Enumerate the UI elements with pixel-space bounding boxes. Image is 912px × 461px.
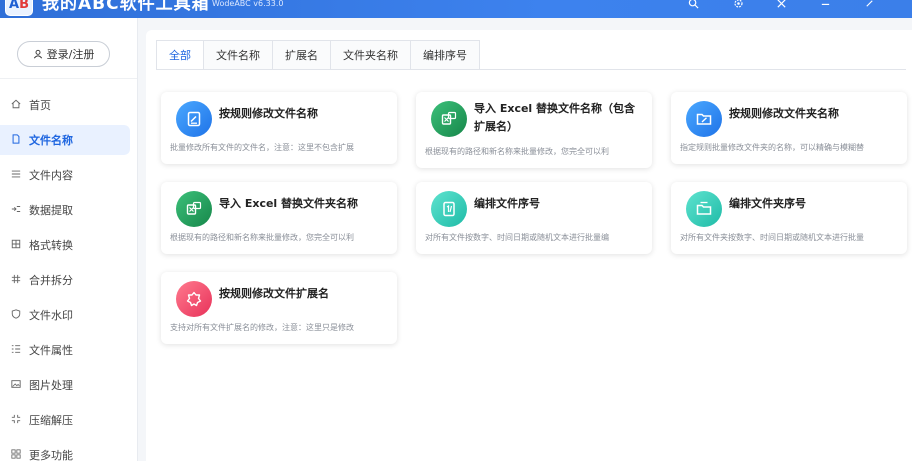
shield-icon (9, 308, 23, 322)
lines-icon (9, 344, 23, 357)
card-rename-folders-by-rule[interactable]: 按规则修改文件夹名称 指定规则批量修改文件夹的名称，可以精确与模糊替 (671, 92, 907, 164)
card-description: 指定规则批量修改文件夹的名称，可以精确与模糊替 (680, 143, 864, 152)
card-title: 导入 Excel 替换文件夹名称 (219, 197, 359, 210)
maximize-icon[interactable] (862, 0, 876, 10)
number-folder-icon (686, 191, 722, 227)
sidebar-item-compress[interactable]: 压缩解压 (0, 405, 130, 435)
sidebar-item-label: 文件内容 (29, 169, 73, 182)
sidebar-item-image-process[interactable]: 图片处理 (0, 370, 130, 400)
card-number-folders[interactable]: 编排文件夹序号 对所有文件夹按数字、时间日期或随机文本进行批量 (671, 182, 907, 254)
tab-extension[interactable]: 扩展名 (272, 40, 331, 70)
sidebar-item-label: 文件水印 (29, 309, 73, 322)
tab-sequence-number[interactable]: 编排序号 (410, 40, 480, 70)
sidebar-item-label: 图片处理 (29, 379, 73, 392)
number-file-icon (431, 191, 467, 227)
sidebar: 登录/注册 首页 文件名称 文件内容 数据提取 格式转换 合并拆分 文件水印 文… (0, 18, 138, 461)
excel-folder-icon (176, 191, 212, 227)
image-icon (9, 379, 23, 392)
card-title: 编排文件夹序号 (729, 197, 806, 210)
card-description: 根据现有的路径和新名称来批量修改，您完全可以利 (425, 147, 609, 156)
category-tabs: 全部 文件名称 扩展名 文件夹名称 编排序号 (156, 40, 480, 70)
extract-icon (9, 204, 23, 217)
home-icon (9, 99, 23, 112)
extension-icon (176, 281, 212, 317)
app-version: WodeABC v6.33.0 (212, 0, 284, 8)
card-description: 对所有文件按数字、时间日期或随机文本进行批量编 (425, 233, 609, 242)
card-number-files[interactable]: 编排文件序号 对所有文件按数字、时间日期或随机文本进行批量编 (416, 182, 652, 254)
card-description: 对所有文件夹按数字、时间日期或随机文本进行批量 (680, 233, 864, 242)
card-description: 批量修改所有文件的文件名，注意：这里不包含扩展 (170, 143, 354, 152)
edit-file-icon (176, 101, 212, 137)
card-title: 导入 Excel 替换文件名称（包含扩展名） (474, 102, 636, 133)
hash-icon (9, 274, 23, 287)
sidebar-item-watermark[interactable]: 文件水印 (0, 300, 130, 330)
sidebar-item-label: 文件名称 (29, 134, 73, 147)
grid-icon (9, 239, 23, 252)
sidebar-item-data-extract[interactable]: 数据提取 (0, 195, 130, 225)
card-rename-extensions-by-rule[interactable]: 按规则修改文件扩展名 支持对所有文件扩展名的修改，注意：这里只是修改 (161, 272, 397, 344)
apps-icon (9, 448, 23, 461)
card-excel-replace-folder-names[interactable]: 导入 Excel 替换文件夹名称 根据现有的路径和新名称来批量修改，您完全可以利 (161, 182, 397, 254)
user-icon (33, 49, 42, 59)
list-icon (9, 169, 23, 182)
sidebar-item-label: 格式转换 (29, 239, 73, 252)
tab-file-name[interactable]: 文件名称 (203, 40, 273, 70)
sidebar-item-label: 合并拆分 (29, 274, 73, 287)
sidebar-item-label: 压缩解压 (29, 414, 73, 427)
card-rename-files-by-rule[interactable]: 按规则修改文件名称 批量修改所有文件的文件名，注意：这里不包含扩展 (161, 92, 397, 164)
excel-file-icon (431, 101, 467, 137)
sidebar-item-label: 文件属性 (29, 344, 73, 357)
minimize-icon[interactable] (818, 0, 832, 10)
main-content: 全部 文件名称 扩展名 文件夹名称 编排序号 按规则修改文件名称 批量修改所有文… (138, 18, 912, 461)
tab-divider (156, 69, 906, 70)
sidebar-item-label: 更多功能 (29, 449, 73, 461)
tab-all[interactable]: 全部 (156, 40, 204, 70)
card-title: 按规则修改文件扩展名 (219, 287, 329, 300)
sidebar-item-file-attributes[interactable]: 文件属性 (0, 335, 130, 365)
edit-folder-icon (686, 101, 722, 137)
sidebar-item-more[interactable]: 更多功能 (0, 440, 130, 461)
card-title: 按规则修改文件名称 (219, 107, 318, 120)
sidebar-divider (0, 78, 137, 79)
tab-folder-name[interactable]: 文件夹名称 (330, 40, 411, 70)
sidebar-item-label: 数据提取 (29, 204, 73, 217)
file-icon (9, 133, 23, 147)
sidebar-item-file-name[interactable]: 文件名称 (0, 125, 130, 155)
app-title: 我的ABC软件工具箱 (42, 0, 210, 14)
app-logo: AB (5, 0, 33, 16)
gear-icon[interactable] (731, 0, 745, 10)
tools-icon[interactable] (774, 0, 788, 10)
card-title: 按规则修改文件夹名称 (729, 107, 839, 120)
compress-icon (9, 414, 23, 427)
sidebar-item-merge-split[interactable]: 合并拆分 (0, 265, 130, 295)
card-title: 编排文件序号 (474, 197, 540, 210)
sidebar-item-home[interactable]: 首页 (0, 90, 130, 120)
card-description: 支持对所有文件扩展名的修改，注意：这里只是修改 (170, 323, 354, 332)
title-bar: AB 我的ABC软件工具箱 WodeABC v6.33.0 (0, 0, 912, 18)
sidebar-item-label: 首页 (29, 99, 51, 112)
login-button[interactable]: 登录/注册 (17, 41, 110, 67)
search-icon[interactable] (686, 0, 700, 10)
content-panel: 全部 文件名称 扩展名 文件夹名称 编排序号 按规则修改文件名称 批量修改所有文… (146, 30, 912, 461)
login-label: 登录/注册 (46, 48, 95, 61)
card-description: 根据现有的路径和新名称来批量修改，您完全可以利 (170, 233, 354, 242)
sidebar-item-file-content[interactable]: 文件内容 (0, 160, 130, 190)
sidebar-item-format-convert[interactable]: 格式转换 (0, 230, 130, 260)
card-excel-replace-file-names[interactable]: 导入 Excel 替换文件名称（包含扩展名） 根据现有的路径和新名称来批量修改，… (416, 92, 652, 168)
